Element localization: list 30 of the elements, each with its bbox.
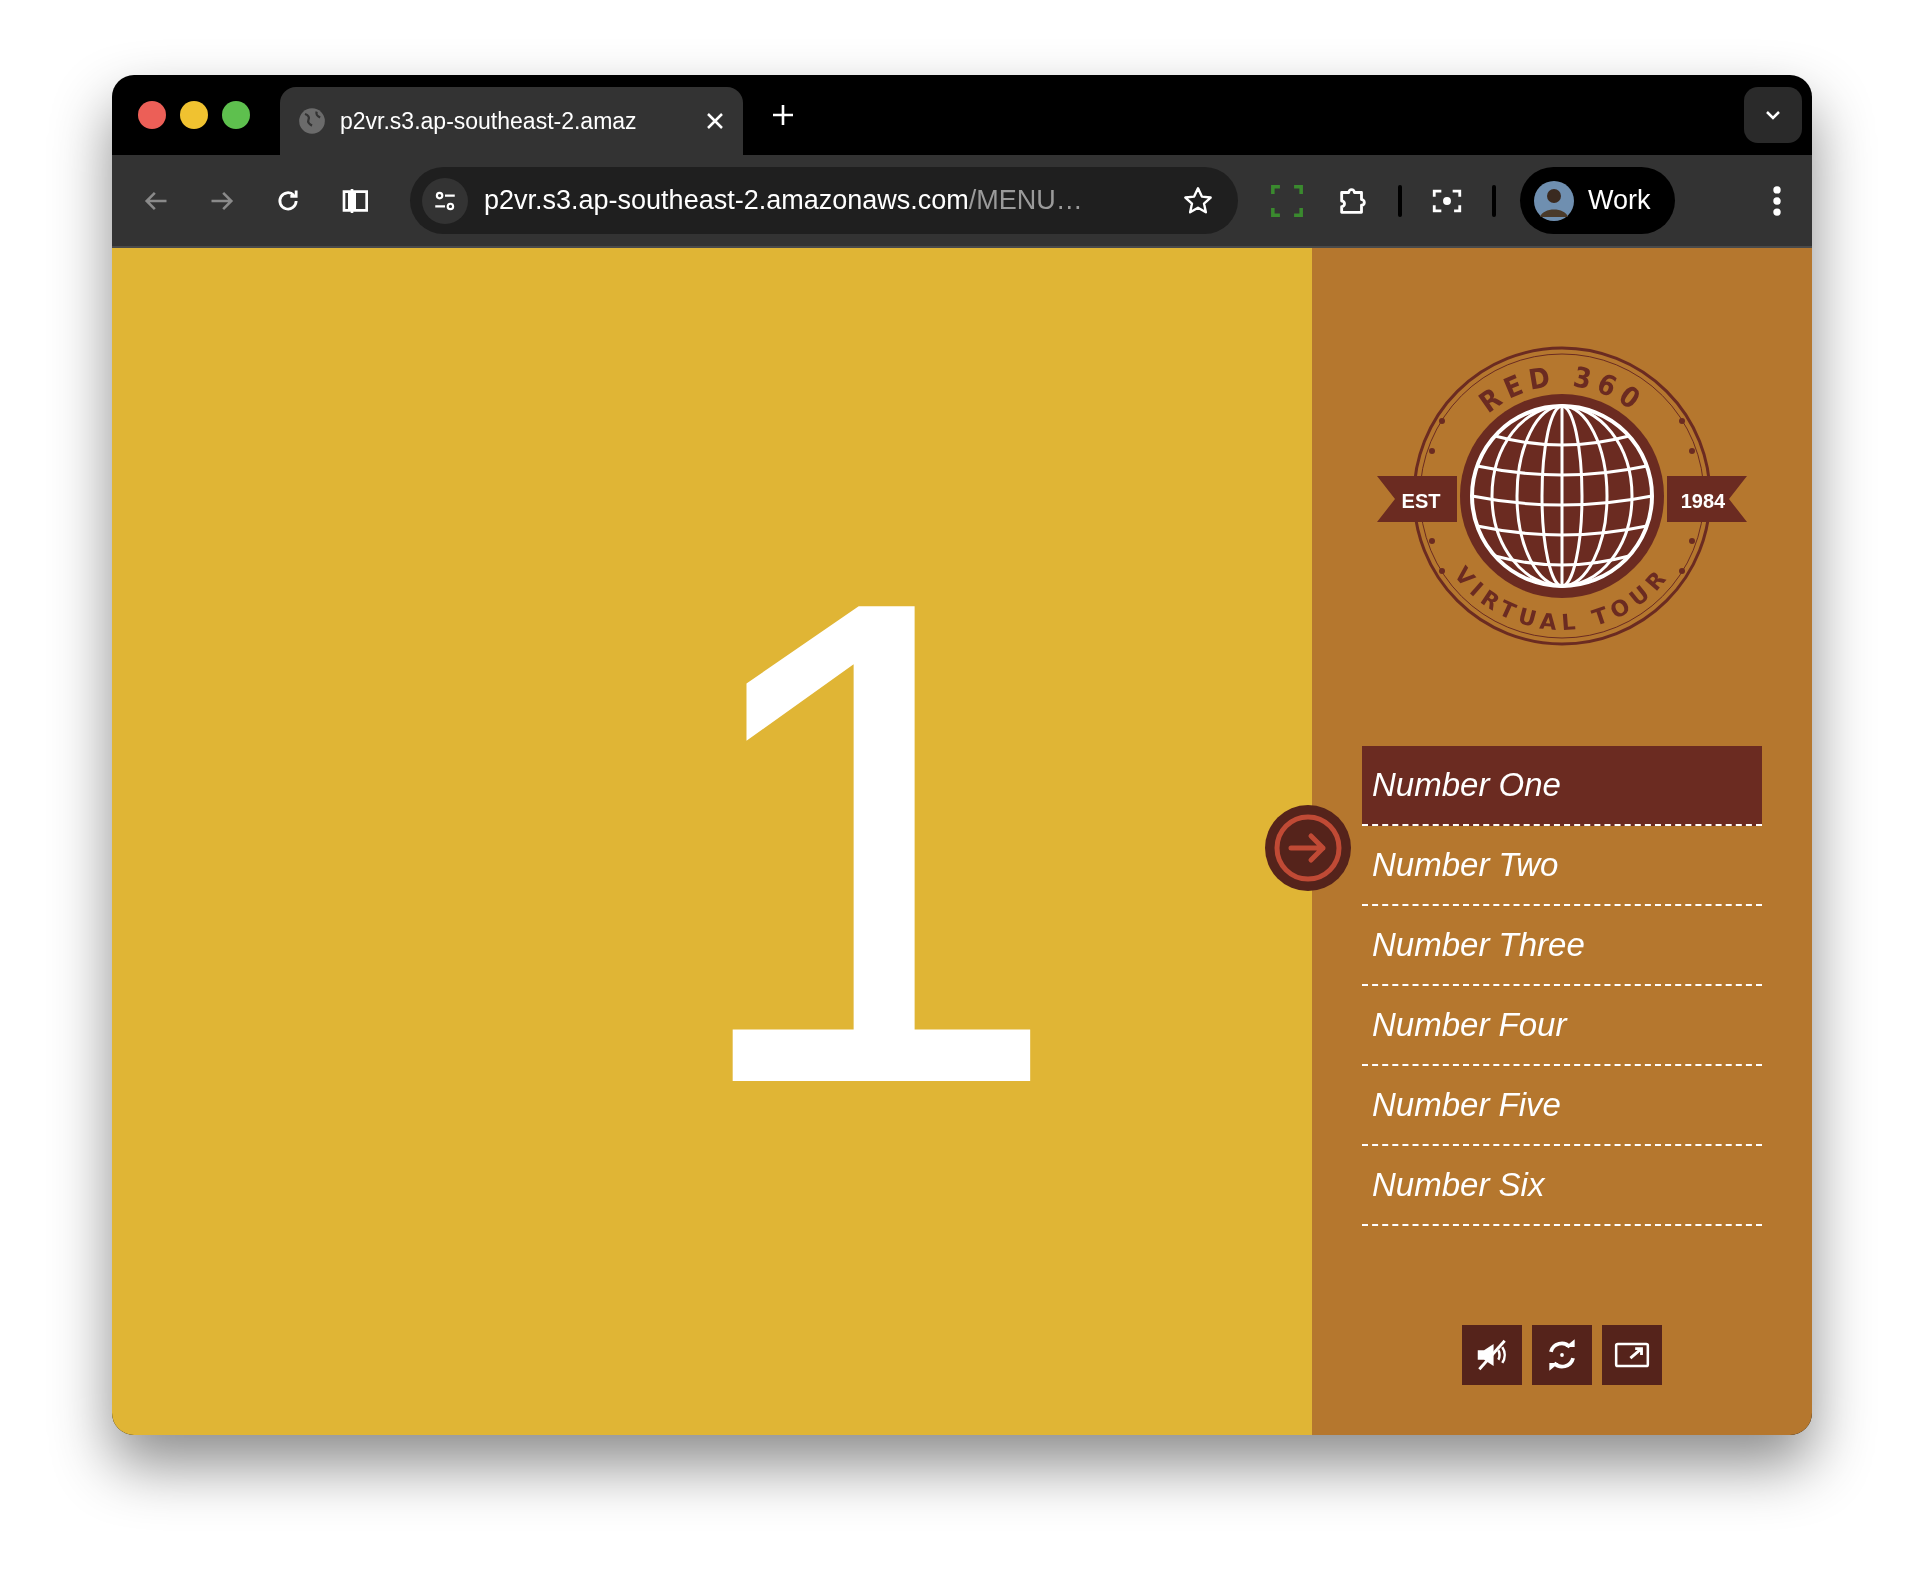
url-text: p2vr.s3.ap-southeast-2.amazonaws.com/MENU…: [484, 184, 1084, 218]
close-window-icon[interactable]: [138, 101, 166, 129]
tab-title: p2vr.s3.ap-southeast-2.amaz: [340, 106, 638, 136]
logo-est: EST: [1401, 490, 1441, 512]
logo-year: 1984: [1680, 490, 1726, 512]
avatar-icon: [1534, 180, 1574, 221]
mute-button[interactable]: [1462, 1325, 1522, 1385]
menu-item[interactable]: Number Two: [1362, 826, 1762, 906]
maximize-window-icon[interactable]: [222, 101, 250, 129]
rotate-button[interactable]: [1532, 1325, 1592, 1385]
browser-tab[interactable]: p2vr.s3.ap-southeast-2.amaz: [280, 87, 743, 155]
big-number: 1: [680, 496, 1064, 1187]
new-tab-icon[interactable]: [771, 103, 795, 127]
menu-item[interactable]: Number Three: [1362, 906, 1762, 986]
arrow-right-icon: [1273, 813, 1343, 883]
minimize-window-icon[interactable]: [180, 101, 208, 129]
menu-item[interactable]: Number One: [1362, 746, 1762, 826]
menu-item[interactable]: Number Five: [1362, 1066, 1762, 1146]
close-icon[interactable]: [705, 111, 725, 131]
logo-title: RED 360: [1473, 359, 1652, 420]
globe-icon: [298, 107, 326, 135]
menu-item[interactable]: Number Six: [1362, 1146, 1762, 1226]
profile-name: Work: [1588, 184, 1651, 218]
more-icon[interactable]: [1772, 184, 1782, 217]
menu-item[interactable]: Number Four: [1362, 986, 1762, 1066]
fullscreen-button[interactable]: [1602, 1325, 1662, 1385]
screen-capture-icon[interactable]: [1270, 183, 1304, 218]
address-bar[interactable]: p2vr.s3.ap-southeast-2.amazonaws.com/MENU…: [410, 167, 1238, 234]
site-settings-icon[interactable]: [422, 177, 468, 224]
profile-button[interactable]: Work: [1520, 167, 1675, 234]
